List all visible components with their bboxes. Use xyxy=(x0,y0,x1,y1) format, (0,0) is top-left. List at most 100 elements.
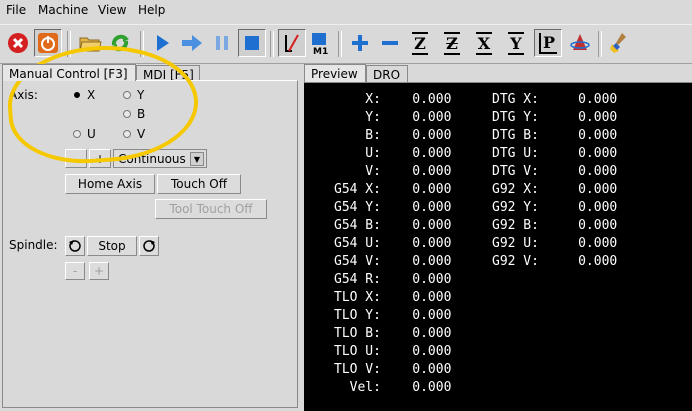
rotate-cw-icon xyxy=(143,240,155,252)
tool-touch-off-button[interactable]: Tool Touch Off xyxy=(155,199,267,219)
zoom-out-button[interactable] xyxy=(376,29,404,57)
dro-line: G92 B: 0.000 xyxy=(492,218,618,233)
tab-mdi[interactable]: MDI [F5] xyxy=(136,65,200,82)
dro-line: U: 0.000 xyxy=(334,146,452,161)
dro-line: G54 R: 0.000 xyxy=(334,272,452,287)
view-z-button[interactable]: Z xyxy=(406,29,434,57)
rotate-ccw-icon xyxy=(69,240,81,252)
axis-radio-b[interactable]: B xyxy=(123,107,145,121)
view-x-button[interactable]: X xyxy=(470,29,498,57)
block-delete-icon xyxy=(285,34,299,52)
dro-line: G54 B: 0.000 xyxy=(334,218,452,233)
axis-radio-v[interactable]: V xyxy=(123,127,145,141)
optional-stop-icon: M1 xyxy=(312,33,328,55)
spindle-stop-button[interactable]: Stop xyxy=(87,236,137,256)
view-x-icon: X xyxy=(475,31,493,55)
dro-line: G54 Y: 0.000 xyxy=(334,200,452,215)
block-delete-button[interactable] xyxy=(278,29,306,57)
view-y-button[interactable]: Y xyxy=(502,29,530,57)
dro-line: TLO V: 0.000 xyxy=(334,362,452,377)
toolbar-separator xyxy=(598,31,602,57)
dro-line: G54 X: 0.000 xyxy=(334,182,452,197)
view-z-icon: Z xyxy=(412,31,428,55)
spindle-label: Spindle: xyxy=(9,238,58,252)
dro-display: X: 0.000 Y: 0.000 B: 0.000 U: 0.000 V: 0… xyxy=(304,82,692,411)
view-y-icon: Y xyxy=(508,31,524,55)
stop-icon xyxy=(245,36,259,50)
axis-radio-u[interactable]: U xyxy=(73,127,96,141)
view-p-icon: P xyxy=(538,32,558,54)
estop-icon xyxy=(8,33,28,53)
zoom-out-icon xyxy=(382,41,398,45)
dro-line: DTG X: 0.000 xyxy=(492,92,618,107)
toolbar-separator xyxy=(270,31,274,57)
spindle-forward-button[interactable] xyxy=(139,236,159,256)
axis-radio-y[interactable]: Y xyxy=(123,88,144,102)
tab-preview[interactable]: Preview xyxy=(304,64,366,82)
left-notebook: Manual Control [F3] MDI [F5] Axis: X Y B… xyxy=(0,62,301,411)
axis-radio-x[interactable]: X xyxy=(73,88,95,102)
right-notebook: Preview DRO X: 0.000 Y: 0.000 B: 0.000 U… xyxy=(302,62,692,411)
tab-manual-control[interactable]: Manual Control [F3] xyxy=(2,64,136,81)
manual-control-panel: Axis: X Y B U V - + Continuous ▼ Home Ax… xyxy=(2,80,298,408)
optional-stop-button[interactable]: M1 xyxy=(306,29,334,57)
dro-line: G92 U: 0.000 xyxy=(492,236,618,251)
toolbar-separator xyxy=(67,31,71,57)
spindle-reverse-button[interactable] xyxy=(65,236,85,256)
estop-button[interactable] xyxy=(4,29,32,57)
menu-view[interactable]: View xyxy=(98,3,126,17)
dro-line: G54 V: 0.000 xyxy=(334,254,452,269)
jog-minus-button[interactable]: - xyxy=(65,149,87,168)
dro-line: G92 X: 0.000 xyxy=(492,182,618,197)
spindle-speed-plus-button[interactable]: + xyxy=(89,262,109,280)
stop-button[interactable] xyxy=(238,29,266,57)
run-button[interactable] xyxy=(148,29,176,57)
jog-plus-button[interactable]: + xyxy=(89,149,111,168)
menu-file[interactable]: File xyxy=(6,3,26,17)
pause-button[interactable] xyxy=(208,29,236,57)
touch-off-button[interactable]: Touch Off xyxy=(157,174,241,194)
reload-icon xyxy=(111,34,129,52)
spindle-speed-minus-button[interactable]: - xyxy=(65,262,85,280)
dro-line: TLO B: 0.000 xyxy=(334,326,452,341)
view-z2-button[interactable]: Z xyxy=(438,29,466,57)
tab-dro[interactable]: DRO xyxy=(366,65,408,82)
clear-plot-button[interactable] xyxy=(606,29,634,57)
menu-help[interactable]: Help xyxy=(138,3,165,17)
dro-line: DTG B: 0.000 xyxy=(492,128,618,143)
power-button[interactable] xyxy=(34,29,62,57)
jog-mode-select[interactable]: Continuous ▼ xyxy=(113,149,207,168)
dro-line: DTG V: 0.000 xyxy=(492,164,618,179)
dro-line: DTG U: 0.000 xyxy=(492,146,618,161)
open-folder-icon xyxy=(79,37,102,52)
run-icon xyxy=(157,35,169,51)
zoom-in-button[interactable] xyxy=(346,29,374,57)
power-icon xyxy=(38,33,58,53)
pause-icon xyxy=(216,36,228,50)
dro-line: TLO X: 0.000 xyxy=(334,290,452,305)
dro-line: G92 Y: 0.000 xyxy=(492,200,618,215)
menu-bar: File Machine View Help xyxy=(0,0,692,22)
view-p-button[interactable]: P xyxy=(534,29,562,57)
step-button[interactable] xyxy=(178,29,206,57)
rotate-view-button[interactable] xyxy=(566,29,594,57)
dro-line: DTG Y: 0.000 xyxy=(492,110,618,125)
view-z2-icon: Z xyxy=(444,31,460,55)
toolbar-separator xyxy=(140,31,144,57)
menu-machine[interactable]: Machine xyxy=(38,3,88,17)
zoom-in-icon xyxy=(352,35,368,51)
step-icon xyxy=(182,35,202,51)
dro-line: G92 V: 0.000 xyxy=(492,254,618,269)
dro-line: G54 U: 0.000 xyxy=(334,236,452,251)
svg-text:M1: M1 xyxy=(313,47,328,55)
open-file-button[interactable] xyxy=(76,29,104,57)
dro-line: V: 0.000 xyxy=(334,164,452,179)
dro-line: X: 0.000 xyxy=(334,92,452,107)
home-axis-button[interactable]: Home Axis xyxy=(65,174,155,194)
toolbar: M1 Z Z X Y P xyxy=(0,24,692,64)
reload-button[interactable] xyxy=(106,29,134,57)
dro-line: TLO U: 0.000 xyxy=(334,344,452,359)
dro-line: Y: 0.000 xyxy=(334,110,452,125)
dro-line: Vel: 0.000 xyxy=(334,380,452,395)
rotate-view-icon xyxy=(570,34,590,50)
